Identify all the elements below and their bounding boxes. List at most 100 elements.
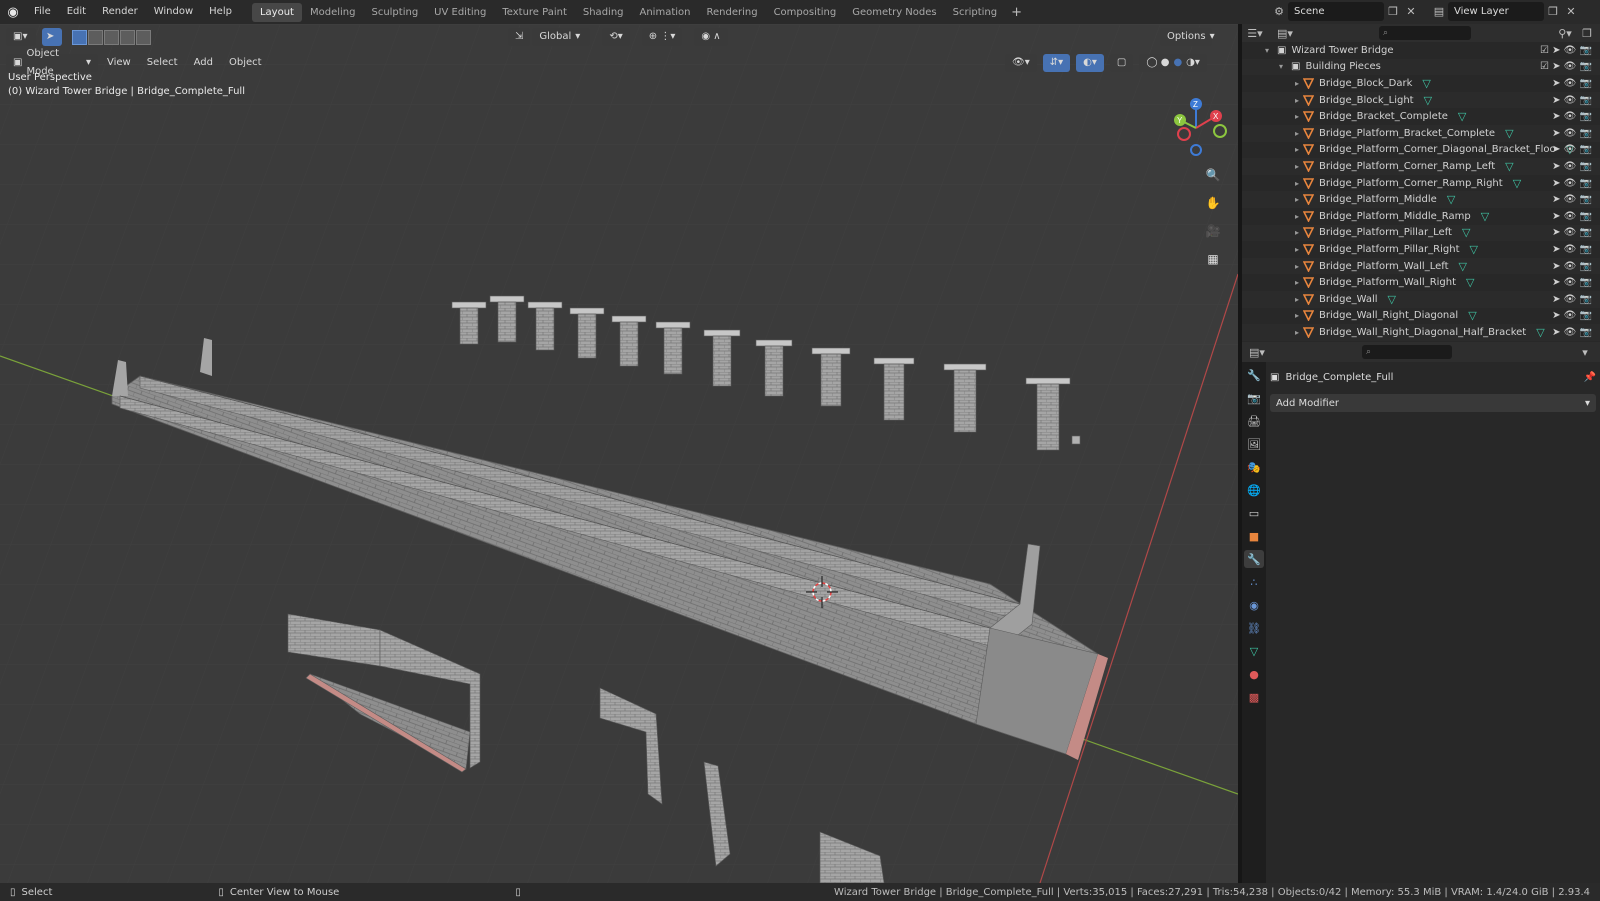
tab-shading[interactable]: Shading <box>575 3 632 22</box>
expand-icon[interactable]: ▸ <box>1292 278 1302 287</box>
row-toggles[interactable]: ☑ ➤ 👁 📷 <box>1540 61 1592 72</box>
world-tab-icon[interactable]: 🌐 <box>1244 481 1264 499</box>
mesh-data-icon[interactable]: ▽ <box>1422 77 1430 90</box>
select-intersect-icon[interactable] <box>136 29 151 45</box>
row-toggles[interactable]: ➤ 👁 📷 <box>1552 294 1592 305</box>
expand-icon[interactable]: ▸ <box>1292 212 1302 221</box>
physics-tab-icon[interactable]: ◉ <box>1244 596 1264 614</box>
view-layer-tab-icon[interactable]: 🖼 <box>1244 435 1264 453</box>
delete-scene-icon[interactable]: ✕ <box>1402 3 1420 21</box>
outliner-item[interactable]: ▸ Bridge_Bracket_Complete ▽ ➤ 👁 📷 <box>1242 108 1600 125</box>
outliner-item[interactable]: ▸ Bridge_Platform_Wall_Right ▽ ➤ 👁 📷 <box>1242 274 1600 291</box>
select-subtract-icon[interactable] <box>104 29 119 45</box>
perspective-grid-icon[interactable]: ▦ <box>1202 248 1224 270</box>
row-toggles[interactable]: ➤ 👁 📷 <box>1552 211 1592 222</box>
pivot-point-icon[interactable]: ⟲▾ <box>602 28 630 46</box>
outliner-item[interactable]: ▸ Bridge_Wall ▽ ➤ 👁 📷 <box>1242 290 1600 308</box>
tab-rendering[interactable]: Rendering <box>698 3 765 22</box>
orientation-icon[interactable]: ⇲ <box>508 28 531 46</box>
mesh-data-icon[interactable]: ▽ <box>1447 193 1455 206</box>
view-layer-field[interactable]: View Layer <box>1448 2 1544 21</box>
row-toggles[interactable]: ➤ 👁 📷 <box>1552 244 1592 255</box>
expand-icon[interactable]: ▸ <box>1292 195 1302 204</box>
expand-icon[interactable]: ▸ <box>1292 295 1302 304</box>
expand-icon[interactable]: ▸ <box>1292 96 1302 105</box>
menu-add[interactable]: Add <box>187 54 220 72</box>
outliner-item[interactable]: ▸ Bridge_Platform_Corner_Ramp_Right ▽ ➤ 👁 📷 <box>1242 175 1600 192</box>
mesh-data-icon[interactable]: ▽ <box>1505 127 1513 140</box>
zoom-icon[interactable]: 🔍 <box>1202 164 1224 186</box>
navigation-gizmo[interactable]: Z X Y <box>1166 96 1230 160</box>
constraints-tab-icon[interactable]: ⛓ <box>1244 619 1264 637</box>
row-toggles[interactable]: ➤ 👁 📷 <box>1552 178 1592 189</box>
outliner-search-input[interactable]: ⌕ <box>1379 26 1471 40</box>
expand-icon[interactable]: ▸ <box>1292 129 1302 138</box>
visibility-icon[interactable]: 👁▾ <box>1005 54 1037 72</box>
row-toggles[interactable]: ➤ 👁 📷 <box>1552 111 1592 122</box>
tab-scripting[interactable]: Scripting <box>945 3 1005 22</box>
new-view-layer-icon[interactable]: ❐ <box>1544 3 1562 21</box>
collection-wizard-tower-bridge[interactable]: ▾ ▣ Wizard Tower Bridge ☑ ➤ 👁 📷 <box>1242 42 1600 59</box>
3d-viewport[interactable]: ▣▾ ➤ ⇲ Global ▾ ⟲▾ ⊕ ⋮▾ ◉ ∧ Options ▾ ▣ … <box>0 24 1238 883</box>
outliner-item[interactable]: ▸ Bridge_Platform_Middle ▽ ➤ 👁 📷 <box>1242 191 1600 208</box>
expand-icon[interactable]: ▾ <box>1262 46 1272 55</box>
outliner-item[interactable]: ▸ Bridge_Platform_Pillar_Left ▽ ➤ 👁 📷 <box>1242 224 1600 242</box>
menu-help[interactable]: Help <box>201 0 240 24</box>
options-dropdown[interactable]: Options ▾ <box>1160 28 1215 46</box>
display-mode-icon[interactable]: ▤▾ <box>1276 24 1294 42</box>
expand-icon[interactable]: ▸ <box>1292 79 1302 88</box>
outliner-item[interactable]: ▸ Bridge_Platform_Corner_Ramp_Left ▽ ➤ 👁 📷 <box>1242 158 1600 175</box>
expand-icon[interactable]: ▸ <box>1292 228 1302 237</box>
tab-texture-paint[interactable]: Texture Paint <box>494 3 575 22</box>
expand-icon[interactable]: ▸ <box>1292 179 1302 188</box>
collapse-icon[interactable]: ▾ <box>1576 343 1594 361</box>
mesh-data-icon[interactable]: ▽ <box>1466 276 1474 289</box>
row-toggles[interactable]: ➤ 👁 📷 <box>1552 144 1592 155</box>
properties-search-input[interactable]: ⌕ <box>1362 345 1452 359</box>
menu-render[interactable]: Render <box>94 0 146 24</box>
expand-icon[interactable]: ▾ <box>1276 62 1286 71</box>
row-toggles[interactable]: ➤ 👁 📷 <box>1552 227 1592 238</box>
object-tab-icon[interactable]: ■ <box>1244 527 1264 545</box>
menu-window[interactable]: Window <box>146 0 201 24</box>
tab-modeling[interactable]: Modeling <box>302 3 364 22</box>
pan-hand-icon[interactable]: ✋ <box>1202 192 1224 214</box>
new-scene-icon[interactable]: ❐ <box>1384 3 1402 21</box>
scene-tab-icon[interactable]: 🎭 <box>1244 458 1264 476</box>
proportional-edit-icon[interactable]: ◉ ∧ <box>694 28 728 46</box>
row-toggles[interactable]: ➤ 👁 📷 <box>1552 194 1592 205</box>
texture-tab-icon[interactable]: ▩ <box>1244 688 1264 706</box>
tab-layout[interactable]: Layout <box>251 2 302 22</box>
xray-icon[interactable]: ▢ <box>1109 54 1134 72</box>
render-tab-icon[interactable]: 📷 <box>1244 389 1264 407</box>
menu-file[interactable]: File <box>26 0 59 24</box>
outliner-item[interactable]: ▸ Bridge_Wall_Right_Diagonal ▽ ➤ 👁 📷 <box>1242 308 1600 325</box>
tab-compositing[interactable]: Compositing <box>766 3 845 22</box>
tab-uv-editing[interactable]: UV Editing <box>426 3 494 22</box>
camera-icon[interactable]: 🎥 <box>1202 220 1224 242</box>
row-toggles[interactable]: ➤ 👁 📷 <box>1552 95 1592 106</box>
orientation-dropdown[interactable]: Global ▾ <box>532 28 591 46</box>
mesh-data-icon[interactable]: ▽ <box>1536 326 1544 339</box>
mesh-data-icon[interactable]: ▽ <box>1459 260 1467 273</box>
expand-icon[interactable]: ▸ <box>1292 328 1302 337</box>
filter-icon[interactable]: ⚲▾ <box>1556 24 1574 42</box>
expand-icon[interactable]: ▸ <box>1292 145 1302 154</box>
modifier-tab-icon[interactable]: 🔧 <box>1244 550 1264 568</box>
mesh-data-icon[interactable]: ▽ <box>1388 293 1396 306</box>
mode-dropdown[interactable]: ▣ Object Mode ▾ <box>6 48 98 77</box>
expand-icon[interactable]: ▸ <box>1292 245 1302 254</box>
scene-name-field[interactable]: Scene <box>1288 2 1384 21</box>
snap-icon[interactable]: ⊕ ⋮▾ <box>641 28 683 46</box>
tool-tab-icon[interactable]: 🔧 <box>1244 366 1264 384</box>
select-new-icon[interactable] <box>72 29 87 45</box>
outliner-item[interactable]: ▸ Bridge_Platform_Corner_Diagonal_Bracket… <box>1242 142 1600 159</box>
row-toggles[interactable]: ☑ ➤ 👁 📷 <box>1540 45 1592 56</box>
select-extend-icon[interactable] <box>88 29 103 45</box>
particles-tab-icon[interactable]: ∴ <box>1244 573 1264 591</box>
expand-icon[interactable]: ▸ <box>1292 162 1302 171</box>
properties-editor-icon[interactable]: ▤▾ <box>1248 343 1266 361</box>
outliner-item[interactable]: ▸ Bridge_Block_Dark ▽ ➤ 👁 📷 <box>1242 75 1600 92</box>
menu-edit[interactable]: Edit <box>59 0 94 24</box>
outliner-item[interactable]: ▸ Bridge_Platform_Pillar_Right ▽ ➤ 👁 📷 <box>1242 241 1600 258</box>
